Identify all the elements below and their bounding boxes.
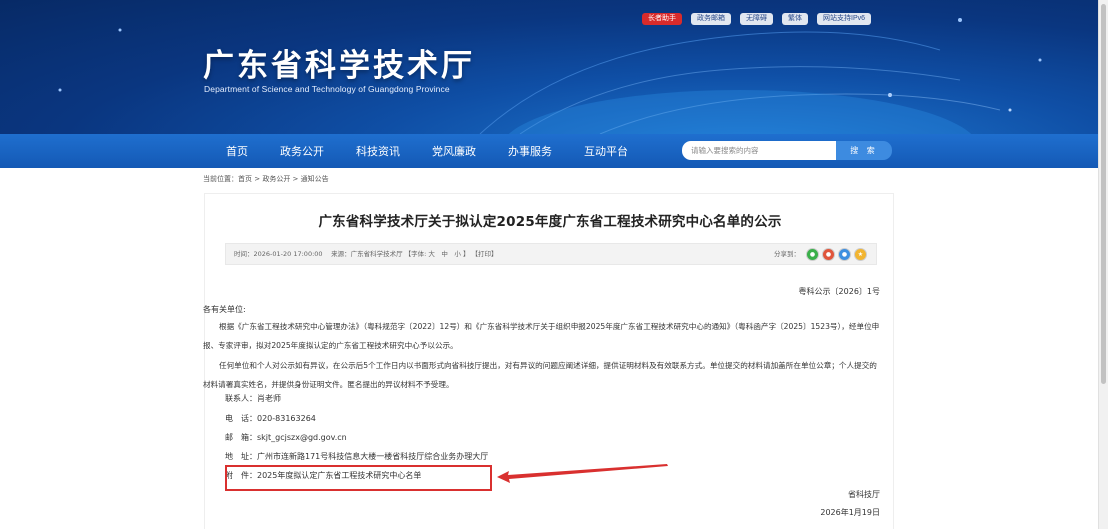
weibo-icon[interactable]: ● — [822, 248, 835, 261]
search-button[interactable]: 搜 索 — [836, 141, 892, 160]
elder-assistant-link[interactable]: 长者助手 — [642, 13, 682, 25]
contact-person: 联系人：肖老师 — [225, 394, 281, 403]
annotation-arrow-icon — [497, 464, 668, 483]
article-paragraph: 根据《广东省工程技术研究中心管理办法》（粤科规范字〔2022〕12号）和《广东省… — [203, 322, 880, 350]
top-links: 长者助手 政务邮箱 无障碍 繁体 网站支持IPv6 — [642, 13, 872, 25]
main-nav: 首页 政务公开 科技资讯 党风廉政 办事服务 互动平台 — [0, 134, 1098, 168]
nav-home[interactable]: 首页 — [226, 143, 248, 159]
nav-interaction[interactable]: 互动平台 — [584, 143, 628, 159]
share-label: 分享到： — [774, 250, 800, 258]
contact-email: 邮 箱：skjt_gcjszx@gd.gov.cn — [225, 433, 347, 442]
attachment-highlight-box — [225, 465, 492, 491]
nav-tech-news[interactable]: 科技资讯 — [356, 143, 400, 159]
nav-gov-affairs[interactable]: 政务公开 — [280, 143, 324, 159]
nav-services[interactable]: 办事服务 — [508, 143, 552, 159]
site-title: 广东省科学技术厅 — [203, 48, 475, 84]
article-title: 广东省科学技术厅关于拟认定2025年度广东省工程技术研究中心名单的公示 — [318, 214, 782, 230]
article-meta-bar: 时间：2026-01-20 17:00:00 来源：广东省科学技术厅 【字体: … — [225, 243, 877, 265]
salutation: 各有关单位: — [203, 305, 246, 314]
ipv6-link[interactable]: 网站支持IPv6 — [817, 13, 872, 25]
scrollbar-thumb[interactable] — [1101, 4, 1106, 384]
qq-icon[interactable]: ● — [838, 248, 851, 261]
header-banner: 广东省科学技术厅 Department of Science and Techn… — [0, 0, 1098, 134]
contact-phone: 电 话：020-83163264 — [225, 414, 316, 423]
document-number: 粤科公示〔2026〕1号 — [798, 287, 880, 296]
search-input[interactable] — [682, 141, 836, 160]
article-meta: 时间：2026-01-20 17:00:00 来源：广东省科学技术厅 【字体: … — [234, 250, 498, 258]
breadcrumb: 当前位置：首页 > 政务公开 > 通知公告 — [203, 175, 329, 183]
traditional-chinese-link[interactable]: 繁体 — [782, 13, 808, 25]
page: 广东省科学技术厅 Department of Science and Techn… — [0, 0, 1108, 529]
share-icons: ● ● ● ★ — [806, 248, 867, 261]
page-scrollbar[interactable] — [1098, 0, 1108, 529]
banner-decoration — [58, 18, 1042, 134]
gov-mail-link[interactable]: 政务邮箱 — [691, 13, 731, 25]
contact-address: 地 址：广州市连新路171号科技信息大楼一楼省科技厅综合业务办理大厅 — [225, 452, 489, 461]
article-paragraph: 任何单位和个人对公示如有异议，在公示后5个工作日内以书面形式向省科技厅提出，对有… — [203, 361, 877, 389]
sign-date: 2026年1月19日 — [820, 508, 880, 517]
site-subtitle: Department of Science and Technology of … — [204, 84, 450, 94]
wechat-icon[interactable]: ● — [806, 248, 819, 261]
qzone-star-icon[interactable]: ★ — [854, 248, 867, 261]
accessibility-link[interactable]: 无障碍 — [740, 13, 773, 25]
nav-integrity[interactable]: 党风廉政 — [432, 143, 476, 159]
signer: 省科技厅 — [848, 490, 880, 499]
